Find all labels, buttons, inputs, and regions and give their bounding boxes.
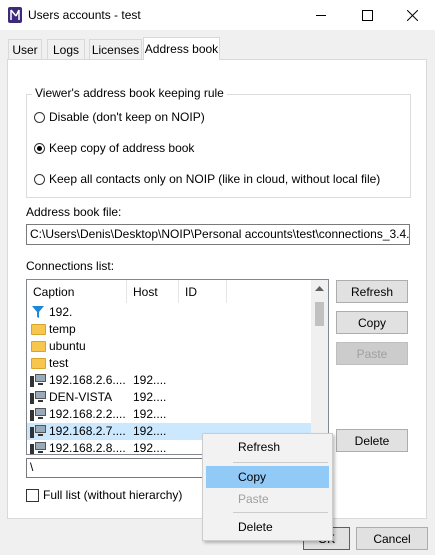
maximize-button[interactable] [344, 0, 390, 30]
context-menu-separator [233, 462, 328, 463]
address-book-file-field[interactable]: C:\Users\Denis\Desktop\NOIP\Personal acc… [26, 224, 410, 245]
list-item[interactable]: ubuntu [27, 338, 312, 355]
scroll-up-icon[interactable] [315, 286, 324, 291]
list-item[interactable]: temp [27, 321, 312, 338]
connections-list[interactable]: Caption Host ID 192. temp ubuntu test 19… [26, 279, 329, 455]
computer-icon [30, 408, 46, 421]
radio-noip-only[interactable]: Keep all contacts only on NOIP (like in … [34, 172, 380, 186]
list-item[interactable]: test [27, 355, 312, 372]
context-menu-paste[interactable]: Paste [206, 488, 329, 510]
computer-icon [30, 425, 46, 438]
radio-disable[interactable]: Disable (don't keep on NOIP) [34, 110, 205, 124]
folder-icon [31, 324, 46, 335]
folder-icon [31, 341, 46, 352]
computer-icon [30, 442, 46, 454]
column-header-id[interactable]: ID [179, 280, 227, 303]
refresh-button[interactable]: Refresh [336, 280, 408, 303]
delete-button[interactable]: Delete [336, 429, 408, 452]
cancel-button[interactable]: Cancel [356, 527, 428, 550]
column-header-host[interactable]: Host [127, 280, 179, 303]
minimize-icon [316, 14, 326, 16]
context-menu-delete[interactable]: Delete [206, 516, 329, 538]
app-logo-icon [8, 7, 22, 23]
connections-list-label: Connections list: [26, 259, 115, 273]
keeping-rule-title: Viewer's address book keeping rule [32, 86, 227, 100]
filter-icon [32, 306, 44, 318]
list-item[interactable]: 192.168.2.6.... 192.... [27, 372, 312, 389]
folder-icon [31, 358, 46, 369]
close-button[interactable] [389, 0, 435, 30]
computer-icon [30, 391, 46, 404]
radio-button-icon[interactable] [34, 173, 45, 185]
full-list-checkbox[interactable] [26, 489, 39, 502]
tab-address-book[interactable]: Address book [143, 37, 220, 60]
radio-button-icon[interactable] [34, 111, 45, 123]
close-icon [406, 9, 418, 21]
context-menu-copy[interactable]: Copy [206, 466, 329, 488]
list-item[interactable]: 192.168.2.2.... 192.... [27, 406, 312, 423]
column-header-caption[interactable]: Caption [27, 280, 127, 303]
address-book-file-label: Address book file: [26, 205, 122, 219]
current-path-field[interactable]: \ [26, 458, 206, 478]
list-item[interactable]: 192. [27, 304, 312, 321]
radio-keep-copy[interactable]: Keep copy of address book [34, 141, 194, 155]
tab-licenses[interactable]: Licenses [89, 39, 142, 59]
paste-button[interactable]: Paste [336, 342, 408, 365]
copy-button[interactable]: Copy [336, 311, 408, 334]
title-bar[interactable]: Users accounts - test [0, 0, 435, 30]
context-menu-refresh[interactable]: Refresh [206, 436, 329, 458]
scrollbar-thumb[interactable] [315, 302, 324, 326]
tab-logs[interactable]: Logs [47, 39, 85, 59]
list-item[interactable]: DEN-VISTA 192.... [27, 389, 312, 406]
context-menu: Refresh Copy Paste Delete [202, 433, 333, 541]
maximize-icon [361, 9, 373, 21]
radio-button-checked-icon[interactable] [34, 142, 45, 154]
minimize-button[interactable] [298, 0, 344, 30]
tab-user[interactable]: User [8, 39, 42, 59]
computer-icon [30, 374, 46, 387]
context-menu-separator [233, 512, 328, 513]
full-list-label: Full list (without hierarchy) [43, 488, 183, 502]
window-title: Users accounts - test [28, 8, 141, 22]
